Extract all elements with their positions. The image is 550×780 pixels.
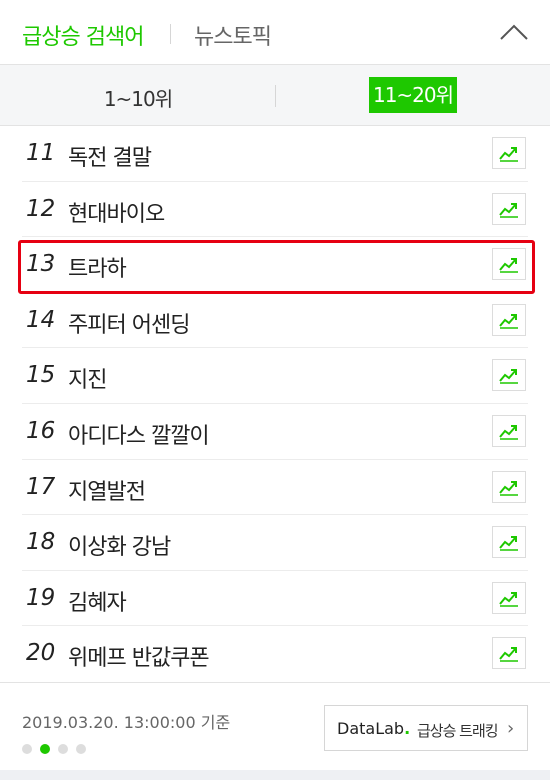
keyword-link[interactable]: 위메프 반값쿠폰: [68, 640, 210, 672]
rank-number: 11: [26, 140, 56, 166]
trend-chart-icon[interactable]: [492, 414, 526, 447]
trend-chart-icon[interactable]: [492, 192, 526, 225]
rank-number: 15: [26, 362, 56, 389]
rank-number: 17: [26, 473, 56, 500]
pager-dot[interactable]: [58, 744, 68, 754]
keyword-link[interactable]: 김혜자: [68, 585, 127, 617]
subtab-divider: [275, 85, 276, 107]
chevron-up-icon[interactable]: [498, 20, 530, 44]
footer: 2019.03.20. 13:00:00 기준 DataLab. 급상승 트래킹…: [0, 682, 550, 771]
chevron-right-icon: ›: [507, 718, 515, 739]
rank-number: 13: [26, 251, 56, 278]
keyword-link[interactable]: 현대바이오: [68, 196, 165, 228]
timestamp: 2019.03.20. 13:00:00 기준: [22, 713, 231, 732]
datalab-logo: DataLab.: [337, 719, 411, 738]
list-item[interactable]: 17 지열발전: [0, 460, 550, 516]
rank-number: 19: [26, 584, 56, 611]
trend-chart-icon[interactable]: [492, 248, 526, 281]
list-item[interactable]: 11 독전 결말: [0, 126, 550, 182]
rank-range-tabs: 1~10위 11~20위: [0, 65, 550, 126]
tab-rank-11-20[interactable]: 11~20위: [369, 77, 457, 113]
tab-rank-1-10[interactable]: 1~10위: [96, 83, 180, 112]
list-item[interactable]: 14 주피터 어센딩: [0, 293, 550, 349]
list-item[interactable]: 13 트라하: [0, 237, 550, 293]
trend-chart-icon[interactable]: [492, 581, 526, 614]
list-item[interactable]: 18 이상화 강남: [0, 515, 550, 571]
keyword-link[interactable]: 주피터 어센딩: [68, 307, 190, 339]
list-item[interactable]: 15 지진: [0, 348, 550, 404]
keyword-link[interactable]: 지열발전: [68, 474, 146, 506]
rank-number: 14: [26, 306, 56, 333]
tab-divider: [170, 24, 171, 44]
keyword-link[interactable]: 트라하: [68, 251, 127, 283]
trend-chart-icon[interactable]: [492, 470, 526, 503]
trend-chart-icon[interactable]: [492, 526, 526, 559]
rank-number: 12: [26, 195, 56, 222]
header: 급상승 검색어 뉴스토픽: [0, 0, 550, 65]
keyword-link[interactable]: 아디다스 깔깔이: [68, 418, 210, 450]
pager-dots: [22, 739, 94, 754]
list-item[interactable]: 16 아디다스 깔깔이: [0, 404, 550, 460]
bottom-strip: [0, 770, 550, 780]
pager-dot-active[interactable]: [40, 744, 50, 754]
keyword-list: 11 독전 결말 12 현대바이오 13 트라하 14 주피터 어센딩 15 지진 16 아…: [0, 126, 550, 682]
trend-chart-icon[interactable]: [492, 137, 526, 169]
rank-number: 20: [26, 640, 56, 667]
rank-number: 18: [26, 529, 56, 556]
list-item[interactable]: 19 김혜자: [0, 571, 550, 627]
pager-dot[interactable]: [76, 744, 86, 754]
tab-trending-keywords[interactable]: 급상승 검색어: [22, 19, 144, 51]
datalab-label: 급상승 트래킹: [417, 722, 499, 740]
tab-news-topics[interactable]: 뉴스토픽: [194, 19, 272, 51]
datalab-tracking-button[interactable]: DataLab. 급상승 트래킹 ›: [324, 705, 528, 751]
trend-chart-icon[interactable]: [492, 359, 526, 392]
keyword-link[interactable]: 이상화 강남: [68, 529, 171, 561]
keyword-link[interactable]: 지진: [68, 362, 107, 394]
list-item[interactable]: 12 현대바이오: [0, 182, 550, 238]
list-item[interactable]: 20 위메프 반값쿠폰: [0, 626, 550, 682]
pager-dot[interactable]: [22, 744, 32, 754]
trend-chart-icon[interactable]: [492, 303, 526, 336]
keyword-link[interactable]: 독전 결말: [68, 140, 152, 172]
trend-chart-icon[interactable]: [492, 637, 526, 670]
rank-number: 16: [26, 417, 56, 444]
